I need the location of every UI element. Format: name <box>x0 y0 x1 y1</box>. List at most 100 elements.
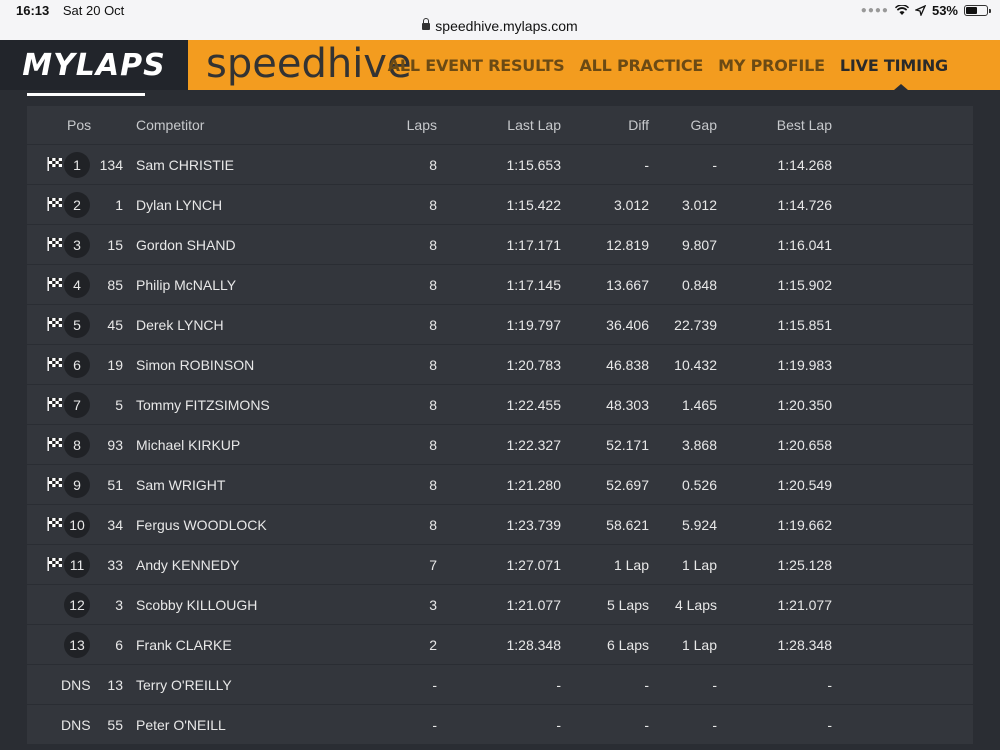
competitor-name[interactable]: Terry O'REILLY <box>136 665 232 705</box>
diff: 5 Laps <box>606 597 649 613</box>
last-lap: 1:15.422 <box>506 197 562 213</box>
col-laps[interactable]: Laps <box>387 106 437 145</box>
position-badge: 12 <box>64 592 90 618</box>
position-badge: 11 <box>64 552 90 578</box>
table-row[interactable]: 8 93 Michael KIRKUP 8 1:22.327 52.171 3.868 1:2… <box>27 425 973 465</box>
last-lap: 1:27.071 <box>506 557 562 573</box>
mylaps-logo-box[interactable]: MYLAPS <box>0 40 188 90</box>
competitor-name[interactable]: Michael KIRKUP <box>136 425 240 465</box>
best-lap: 1:25.128 <box>777 557 833 573</box>
competitor-name[interactable]: Tommy FITZSIMONS <box>136 385 270 425</box>
table-row[interactable]: 7 5 Tommy FITZSIMONS 8 1:22.455 48.303 1.465 1:… <box>27 385 973 425</box>
competitor-name[interactable]: Philip McNALLY <box>136 265 236 305</box>
competitor-name[interactable]: Derek LYNCH <box>136 305 224 345</box>
laps: 8 <box>429 157 437 173</box>
status-bar: 16:13 Sat 20 Oct speedhive.mylaps.com ●●… <box>0 0 1000 40</box>
nav-all-practice[interactable]: ALL PRACTICE <box>579 56 703 75</box>
nav-live-timing[interactable]: LIVE TIMING <box>840 56 948 75</box>
table-row[interactable]: 10 34 Fergus WOODLOCK 8 1:23.739 58.621 5.924 1… <box>27 505 973 545</box>
car-number: 6 <box>115 637 123 653</box>
position-badge: 2 <box>64 192 90 218</box>
best-lap: 1:19.662 <box>777 517 833 533</box>
position-badge: 1 <box>64 152 90 178</box>
checkered-flag-icon <box>47 397 63 411</box>
gap: 1 Lap <box>681 557 717 573</box>
laps: 3 <box>429 597 437 613</box>
position-badge: 10 <box>64 512 90 538</box>
position-badge: 9 <box>64 472 90 498</box>
lock-icon <box>422 18 431 30</box>
col-pos[interactable]: Pos <box>67 106 91 145</box>
gap: 1.465 <box>681 397 717 413</box>
competitor-name[interactable]: Sam CHRISTIE <box>136 145 234 185</box>
position-badge: 6 <box>64 352 90 378</box>
competitor-name[interactable]: Sam WRIGHT <box>136 465 225 505</box>
checkered-flag-icon <box>47 197 63 211</box>
gap: 1 Lap <box>681 637 717 653</box>
last-lap: 1:21.280 <box>506 477 562 493</box>
gap: 4 Laps <box>674 597 717 613</box>
col-competitor[interactable]: Competitor <box>136 106 204 145</box>
best-lap: 1:15.851 <box>777 317 833 333</box>
best-lap: 1:28.348 <box>777 637 833 653</box>
competitor-name[interactable]: Gordon SHAND <box>136 225 236 265</box>
table-row[interactable]: 6 19 Simon ROBINSON 8 1:20.783 46.838 10.432 1:… <box>27 345 973 385</box>
table-row[interactable]: DNS 55 Peter O'NEILL - - - - - <box>27 705 973 745</box>
car-number: 34 <box>107 517 123 533</box>
competitor-name[interactable]: Dylan LYNCH <box>136 185 222 225</box>
diff: 12.819 <box>606 237 649 253</box>
signal-dots-icon: ●●●● <box>860 5 889 16</box>
checkered-flag-icon <box>47 277 63 291</box>
diff: 58.621 <box>606 517 649 533</box>
table-row[interactable]: 13 6 Frank CLARKE 2 1:28.348 6 Laps 1 Lap 1:28.… <box>27 625 973 665</box>
competitor-name[interactable]: Scobby KILLOUGH <box>136 585 257 625</box>
gap: 9.807 <box>681 237 717 253</box>
competitor-name[interactable]: Simon ROBINSON <box>136 345 254 385</box>
url-bar[interactable]: speedhive.mylaps.com <box>0 18 1000 34</box>
table-header: Pos Competitor Laps Last Lap Diff Gap Be… <box>27 106 973 145</box>
diff: - <box>644 677 649 693</box>
competitor-name[interactable]: Andy KENNEDY <box>136 545 239 585</box>
car-number: 85 <box>107 277 123 293</box>
position-badge: 7 <box>64 392 90 418</box>
status-right: ●●●● 53% <box>860 3 991 18</box>
table-row[interactable]: 12 3 Scobby KILLOUGH 3 1:21.077 5 Laps 4 Laps 1… <box>27 585 973 625</box>
car-number: 134 <box>99 157 123 173</box>
wifi-icon <box>894 5 909 15</box>
laps: 8 <box>429 317 437 333</box>
table-row[interactable]: 2 1 Dylan LYNCH 8 1:15.422 3.012 3.012 1:14.726 <box>27 185 973 225</box>
gap: 22.739 <box>674 317 717 333</box>
nav-all-event-results[interactable]: ALL EVENT RESULTS <box>388 56 565 75</box>
table-row[interactable]: DNS 13 Terry O'REILLY - - - - - <box>27 665 973 705</box>
laps: - <box>432 717 437 733</box>
table-row[interactable]: 9 51 Sam WRIGHT 8 1:21.280 52.697 0.526 1:20.54… <box>27 465 973 505</box>
tab-underline <box>27 93 145 96</box>
checkered-flag-icon <box>47 317 63 331</box>
competitor-name[interactable]: Frank CLARKE <box>136 625 232 665</box>
nav-my-profile[interactable]: MY PROFILE <box>718 56 825 75</box>
location-arrow-icon <box>914 5 926 16</box>
diff: 1 Lap <box>613 557 649 573</box>
best-lap: 1:15.902 <box>777 277 833 293</box>
col-last-lap[interactable]: Last Lap <box>481 106 561 145</box>
table-row[interactable]: 11 33 Andy KENNEDY 7 1:27.071 1 Lap 1 Lap 1:25.… <box>27 545 973 585</box>
table-row[interactable]: 1 134 Sam CHRISTIE 8 1:15.653 - - 1:14.268 <box>27 145 973 185</box>
last-lap: 1:22.327 <box>506 437 562 453</box>
gap: 10.432 <box>674 357 717 373</box>
competitor-name[interactable]: Peter O'NEILL <box>136 705 226 745</box>
diff: 52.171 <box>606 437 649 453</box>
best-lap: 1:20.549 <box>777 477 833 493</box>
col-best-lap[interactable]: Best Lap <box>747 106 832 145</box>
table-row[interactable]: 5 45 Derek LYNCH 8 1:19.797 36.406 22.739 1:15.… <box>27 305 973 345</box>
competitor-name[interactable]: Fergus WOODLOCK <box>136 505 267 545</box>
col-diff[interactable]: Diff <box>569 106 649 145</box>
last-lap: 1:17.145 <box>506 277 562 293</box>
car-number: 51 <box>107 477 123 493</box>
car-number: 55 <box>107 717 123 733</box>
table-row[interactable]: 4 85 Philip McNALLY 8 1:17.145 13.667 0.848 1:1… <box>27 265 973 305</box>
table-row[interactable]: 3 15 Gordon SHAND 8 1:17.171 12.819 9.807 1:16.… <box>27 225 973 265</box>
gap: 5.924 <box>681 517 717 533</box>
col-gap[interactable]: Gap <box>647 106 717 145</box>
best-lap: 1:19.983 <box>777 357 833 373</box>
speedhive-brand[interactable]: speedhive <box>206 41 412 87</box>
